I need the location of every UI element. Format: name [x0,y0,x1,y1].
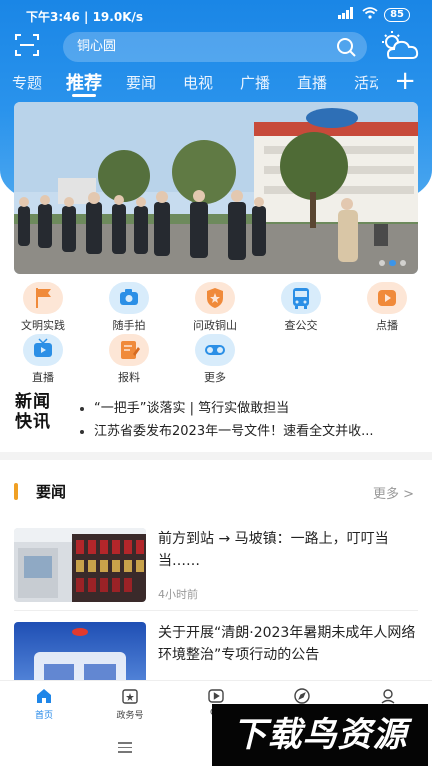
section-separator [0,452,432,460]
article-divider [14,610,418,611]
news-flash-logo: 新闻 快讯 [15,392,51,432]
article-item[interactable]: 关于开展“清朗·2023年暑期未成年人网络环境整治”专项行动的公告 [14,622,418,680]
signal-icon [338,7,356,22]
more-link[interactable]: 更多 > [373,483,414,502]
battery-indicator: 85 [384,7,410,22]
article-title: 关于开展“清朗·2023年暑期未成年人网络环境整治”专项行动的公告 [158,625,416,663]
channel-tabs: 专题 推荐 要闻 电视 广播 直播 活动 + [0,68,432,100]
carousel-dot[interactable] [400,260,406,266]
quick-link-label: 更多 [204,371,226,384]
quick-link-label: 报料 [118,371,140,384]
status-bar: 下午3:46 | 19.0K/s 85 [0,0,432,30]
search-input[interactable]: 铜心圆 [63,32,367,62]
bullet-icon [80,406,84,411]
quick-link-civilization[interactable]: 文明实践 [8,282,78,333]
shield-star-icon [195,288,235,318]
quick-link-label: 随手拍 [112,319,146,332]
tab-tv[interactable]: 电视 [183,72,213,93]
status-icons: 85 [338,7,410,22]
quick-link-vod[interactable]: 点播 [352,282,422,333]
nav-gov-accounts[interactable]: 政务号 [100,687,160,721]
section-title: 要闻 [36,483,67,501]
home-icon [35,687,53,705]
search-row: 铜心圆 [0,30,432,64]
active-tab-indicator [72,94,96,97]
user-icon [379,687,397,705]
tab-recommended[interactable]: 推荐 [66,69,102,95]
carousel-dots [379,260,406,266]
quick-link-inquiry[interactable]: 问政铜山 [180,282,250,333]
video-icon [207,687,225,705]
article-time: 4小时前 [158,588,198,601]
quick-link-label: 问政铜山 [193,319,237,332]
article-item[interactable]: 前方到站 → 马坡镇：一路上，叮叮当当…… 4小时前 [14,528,418,608]
news-flash-item[interactable]: “一把手”谈落实 | 笃行实做敢担当 [80,397,416,416]
flag-icon [23,288,63,318]
add-channel-icon[interactable]: + [394,68,416,94]
quick-link-label: 直播 [32,371,54,384]
quick-link-live[interactable]: 直播 [8,334,78,385]
scan-icon[interactable] [14,32,40,58]
tab-live[interactable]: 直播 [297,72,327,93]
banner-photo [14,102,418,274]
compass-icon [293,687,311,705]
quick-link-label: 文明实践 [21,319,65,332]
carousel-dot[interactable] [379,260,385,266]
gov-icon [121,687,139,705]
search-icon[interactable] [335,36,357,58]
toggle-icon [195,345,235,370]
weather-icon[interactable] [378,30,420,62]
bus-icon [281,288,321,318]
tab-topics[interactable]: 专题 [12,72,42,93]
status-time: 下午3:46 | 19.0K/s [26,10,144,24]
article-title: 前方到站 → 马坡镇：一路上，叮叮当当…… [158,531,389,569]
search-placeholder: 铜心圆 [77,39,117,54]
quick-link-more[interactable]: 更多 [180,334,250,385]
tv-icon [23,338,63,370]
quick-link-snapshot[interactable]: 随手拍 [94,282,164,333]
tab-headlines[interactable]: 要闻 [126,72,156,93]
news-flash: 新闻 快讯 “一把手”谈落实 | 笃行实做敢担当 江苏省委发布2023年一号文件… [0,388,432,450]
bullet-icon [80,429,84,434]
article-thumbnail [14,528,146,602]
article-thumbnail [14,622,146,680]
quick-link-report[interactable]: 报料 [94,334,164,385]
camera-icon [109,289,149,318]
carousel-dot-active[interactable] [389,260,396,266]
tab-radio[interactable]: 广播 [240,72,270,93]
section-header: 要闻 更多 > [0,476,432,506]
watermark-logo: 下载鸟资源 [212,704,428,766]
quick-link-bus[interactable]: 查公交 [266,282,336,333]
nav-home[interactable]: 首页 [14,687,74,721]
play-icon [367,290,407,318]
news-flash-item[interactable]: 江苏省委发布2023年一号文件！速看全文并收... [80,420,416,439]
quick-link-label: 查公交 [284,319,318,332]
edit-icon [109,341,149,370]
tab-events[interactable]: 活动 [354,72,378,93]
section-accent-bar [14,483,18,500]
menu-icon[interactable] [118,742,132,756]
wifi-icon [362,7,378,22]
quick-link-label: 点播 [376,319,398,332]
banner-carousel[interactable] [14,102,418,274]
